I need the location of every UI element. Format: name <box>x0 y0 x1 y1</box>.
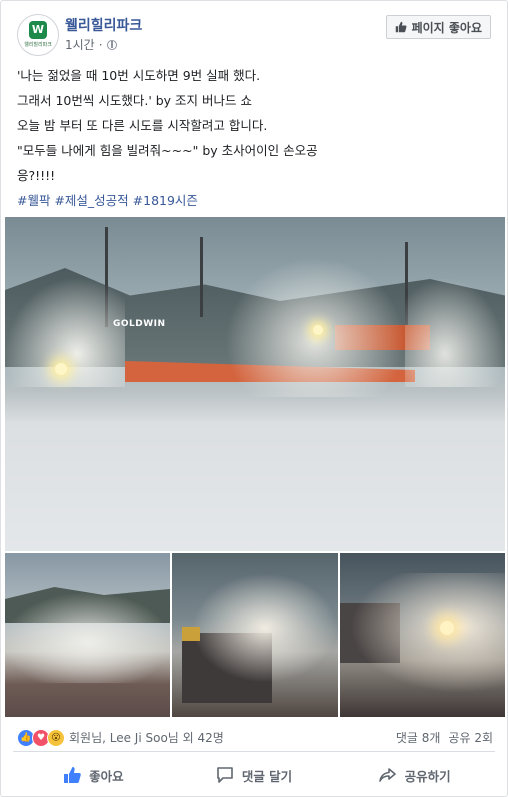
globe-icon[interactable] <box>106 39 117 50</box>
reaction-names[interactable]: 회원님, Lee Ji Soo님 외 42명 <box>69 729 224 746</box>
photo-thumbnail[interactable] <box>172 553 338 717</box>
photo-grid: GOLDWIN <box>5 217 505 717</box>
wow-icon: 😮 <box>47 729 65 747</box>
snow-mist <box>350 573 505 693</box>
post-line: 오늘 밤 부터 또 다른 시도를 시작할려고 합니다. <box>17 118 268 133</box>
post-line: "모두들 나에게 힘을 빌려줘~~~" by 초사어이인 손오공 <box>17 143 318 158</box>
page-avatar[interactable]: W 웰리힐리파크 <box>17 14 59 56</box>
like-button[interactable]: 좋아요 <box>13 759 174 791</box>
like-button-label: 좋아요 <box>89 768 124 784</box>
post-timestamp[interactable]: 1시간 <box>65 36 95 53</box>
comment-button[interactable]: 댓글 달기 <box>174 759 335 791</box>
share-button[interactable]: 공유하기 <box>334 759 495 791</box>
shares-count[interactable]: 공유 2회 <box>448 729 493 746</box>
like-page-label: 페이지 좋아요 <box>411 20 482 35</box>
page-logo-icon: W <box>29 21 47 39</box>
reactions-bar: 👍 ♥ 😮 회원님, Lee Ji Soo님 외 42명 댓글 8개 공유 2회 <box>17 726 493 748</box>
share-icon <box>378 768 396 782</box>
post-line: '나는 젊었을 때 10번 시도하면 9번 실패 했다. <box>17 68 261 83</box>
main-photo[interactable]: GOLDWIN <box>5 217 505 551</box>
snow-cannon-light <box>55 363 67 375</box>
reaction-icons[interactable]: 👍 ♥ 😮 <box>17 729 65 747</box>
thumbs-up-icon <box>64 767 81 783</box>
divider <box>13 751 495 752</box>
snow-cannon-light <box>440 621 454 635</box>
snow-mist <box>5 593 170 683</box>
post-meta: 1시간 · <box>65 36 117 53</box>
post-line: 응?!!!! <box>17 168 56 183</box>
post-text: '나는 젊었을 때 10번 시도하면 9번 실패 했다. 그래서 10번씩 시도… <box>17 63 493 213</box>
photo-thumbnail[interactable] <box>5 553 170 717</box>
photo-sign: GOLDWIN <box>113 319 166 329</box>
post-line: 그래서 10번씩 시도했다.' by 조지 버나드 쇼 <box>17 93 252 108</box>
comment-button-label: 댓글 달기 <box>241 768 293 784</box>
post-header: W 웰리힐리파크 웰리힐리파크 1시간 · 페이지 좋아요 <box>17 14 491 56</box>
action-bar: 좋아요 댓글 달기 공유하기 <box>13 759 495 791</box>
avatar-label: 웰리힐리파크 <box>24 42 52 48</box>
thumbs-up-icon <box>395 21 407 33</box>
snow-cannon <box>182 627 200 641</box>
snow-cannon-light <box>313 325 323 335</box>
meta-separator: · <box>98 37 103 52</box>
comments-count[interactable]: 댓글 8개 <box>396 729 441 746</box>
light-pole <box>200 237 203 317</box>
post-card: W 웰리힐리파크 웰리힐리파크 1시간 · 페이지 좋아요 '나는 젊었을 때 … <box>0 0 508 797</box>
snow-mist <box>405 277 505 387</box>
photo-thumbnail[interactable] <box>340 553 505 717</box>
comment-icon <box>217 767 233 783</box>
page-name-link[interactable]: 웰리힐리파크 <box>65 15 142 35</box>
like-page-button[interactable]: 페이지 좋아요 <box>385 15 491 39</box>
snow-mist <box>192 573 338 683</box>
hashtags[interactable]: #웰팍 #제설_성공적 #1819시즌 <box>17 188 493 213</box>
share-button-label: 공유하기 <box>404 768 451 784</box>
engagement-counts: 댓글 8개 공유 2회 <box>396 729 493 746</box>
